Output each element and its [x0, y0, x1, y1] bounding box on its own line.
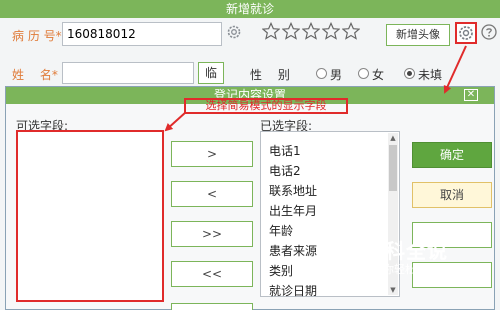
gender-option-unset: 未填 [418, 68, 443, 82]
list-item[interactable]: 出生年月 [269, 202, 317, 219]
close-icon[interactable]: ✕ [464, 89, 478, 101]
name-label: 姓 名* [12, 68, 58, 82]
list-item[interactable]: 电话2 [269, 162, 301, 179]
star-icon[interactable] [302, 22, 320, 40]
help-icon[interactable] [481, 24, 497, 40]
watermark-logo-icon [337, 238, 359, 260]
list-item[interactable]: 类别 [269, 262, 293, 279]
name-field[interactable] [62, 62, 194, 84]
hint-annotation: 选择简易模式的显示字段 [184, 98, 348, 114]
list-item[interactable]: 联系地址 [269, 182, 317, 199]
list-item[interactable]: 就诊日期 [269, 282, 317, 299]
ok-button[interactable]: 确定 [412, 142, 492, 168]
gender-radio-female[interactable] [358, 68, 369, 79]
star-icon[interactable] [322, 22, 340, 40]
window-title: 新增就诊 [225, 2, 274, 16]
gender-option-male: 男 [330, 68, 343, 82]
settings-button-highlighted[interactable] [455, 22, 477, 44]
list-item[interactable]: 电话1 [269, 142, 301, 159]
add-all-fields-button[interactable]: >> [171, 221, 253, 247]
gear-icon [459, 26, 473, 40]
scroll-up-icon[interactable]: ▲ [389, 134, 397, 142]
watermark-subtitle: 助你轻松解决 [372, 263, 438, 276]
watermark: 百科全说 助你轻松解决 [336, 233, 476, 279]
extra-move-button[interactable] [171, 303, 253, 310]
gender-radio-unset[interactable] [404, 68, 415, 79]
scroll-thumb[interactable] [389, 145, 397, 191]
app-root: 新增就诊 病 历 号* 160818012 新增头像 姓 名* 临 性 别 男 … [0, 0, 500, 310]
list-item[interactable]: 年龄 [269, 222, 293, 239]
remove-all-fields-button[interactable]: << [171, 261, 253, 287]
mrn-input[interactable]: 160818012 [62, 22, 222, 46]
list-item[interactable]: 患者来源 [269, 242, 317, 259]
gender-label: 性 别 [250, 68, 290, 82]
gear-icon[interactable] [226, 24, 242, 40]
window-titlebar: 新增就诊 [0, 0, 500, 18]
watermark-title: 百科全说 [364, 239, 448, 263]
gender-option-female: 女 [372, 68, 385, 82]
cancel-button[interactable]: 取消 [412, 182, 492, 208]
add-avatar-button[interactable]: 新增头像 [386, 24, 450, 46]
rating-stars[interactable] [262, 22, 360, 40]
star-icon[interactable] [262, 22, 280, 40]
mrn-label: 病 历 号* [12, 29, 62, 43]
star-icon[interactable] [282, 22, 300, 40]
gender-radio-male[interactable] [316, 68, 327, 79]
available-fields-list[interactable] [16, 130, 164, 302]
scroll-down-icon[interactable]: ▼ [389, 286, 397, 294]
star-icon[interactable] [342, 22, 360, 40]
temp-name-button[interactable]: 临 [198, 62, 224, 84]
remove-field-button[interactable]: < [171, 181, 253, 207]
add-field-button[interactable]: > [171, 141, 253, 167]
